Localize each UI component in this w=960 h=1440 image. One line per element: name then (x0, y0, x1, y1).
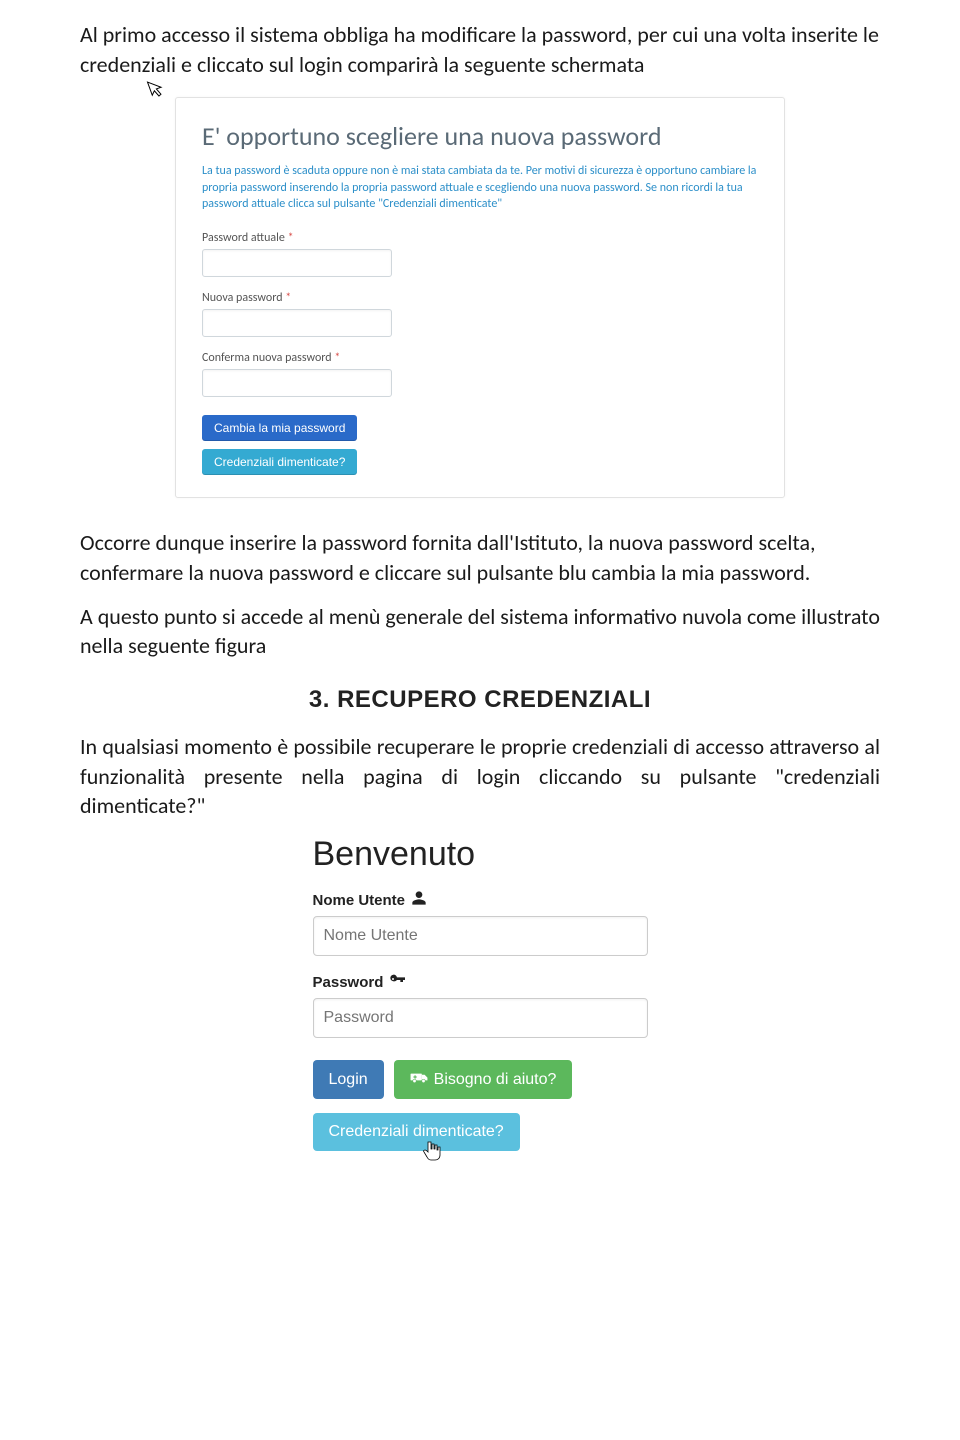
new-password-input[interactable] (202, 309, 392, 337)
username-label: Nome Utente (313, 890, 648, 910)
login-title: Benvenuto (313, 835, 648, 874)
body-paragraph-2: Occorre dunque inserire la password forn… (80, 528, 880, 587)
body-paragraph-3: A questo punto si accede al menù general… (80, 602, 880, 661)
confirm-password-label: Conferma nuova password * (202, 351, 758, 365)
need-help-button[interactable]: Bisogno di aiuto? (394, 1060, 573, 1099)
new-password-label: Nuova password * (202, 291, 758, 305)
password-input[interactable] (313, 998, 648, 1038)
body-paragraph-4: In qualsiasi momento è possibile recuper… (80, 732, 880, 821)
forgot-credentials-button[interactable]: Credenziali dimenticate? (202, 449, 357, 475)
login-button[interactable]: Login (313, 1060, 384, 1099)
panel-title: E' opportuno scegliere una nuova passwor… (202, 120, 758, 153)
current-password-label: Password attuale * (202, 231, 758, 245)
change-password-panel: E' opportuno scegliere una nuova passwor… (175, 97, 785, 498)
key-icon (389, 972, 405, 992)
hand-cursor-icon (423, 1141, 441, 1167)
current-password-input[interactable] (202, 249, 392, 277)
cursor-icon (146, 76, 170, 105)
username-input[interactable] (313, 916, 648, 956)
panel-help-text: La tua password è scaduta oppure non è m… (202, 163, 758, 213)
login-panel: Benvenuto Nome Utente Password Login (313, 835, 648, 1151)
change-password-button[interactable]: Cambia la mia password (202, 415, 357, 441)
user-icon (411, 890, 427, 910)
password-label: Password (313, 972, 648, 992)
ambulance-icon (410, 1070, 428, 1089)
confirm-password-input[interactable] (202, 369, 392, 397)
intro-paragraph-1: Al primo accesso il sistema obbliga ha m… (80, 20, 880, 79)
section-heading: 3. RECUPERO CREDENZIALI (80, 686, 880, 714)
forgot-credentials-login-button[interactable]: Credenziali dimenticate? (313, 1113, 520, 1151)
